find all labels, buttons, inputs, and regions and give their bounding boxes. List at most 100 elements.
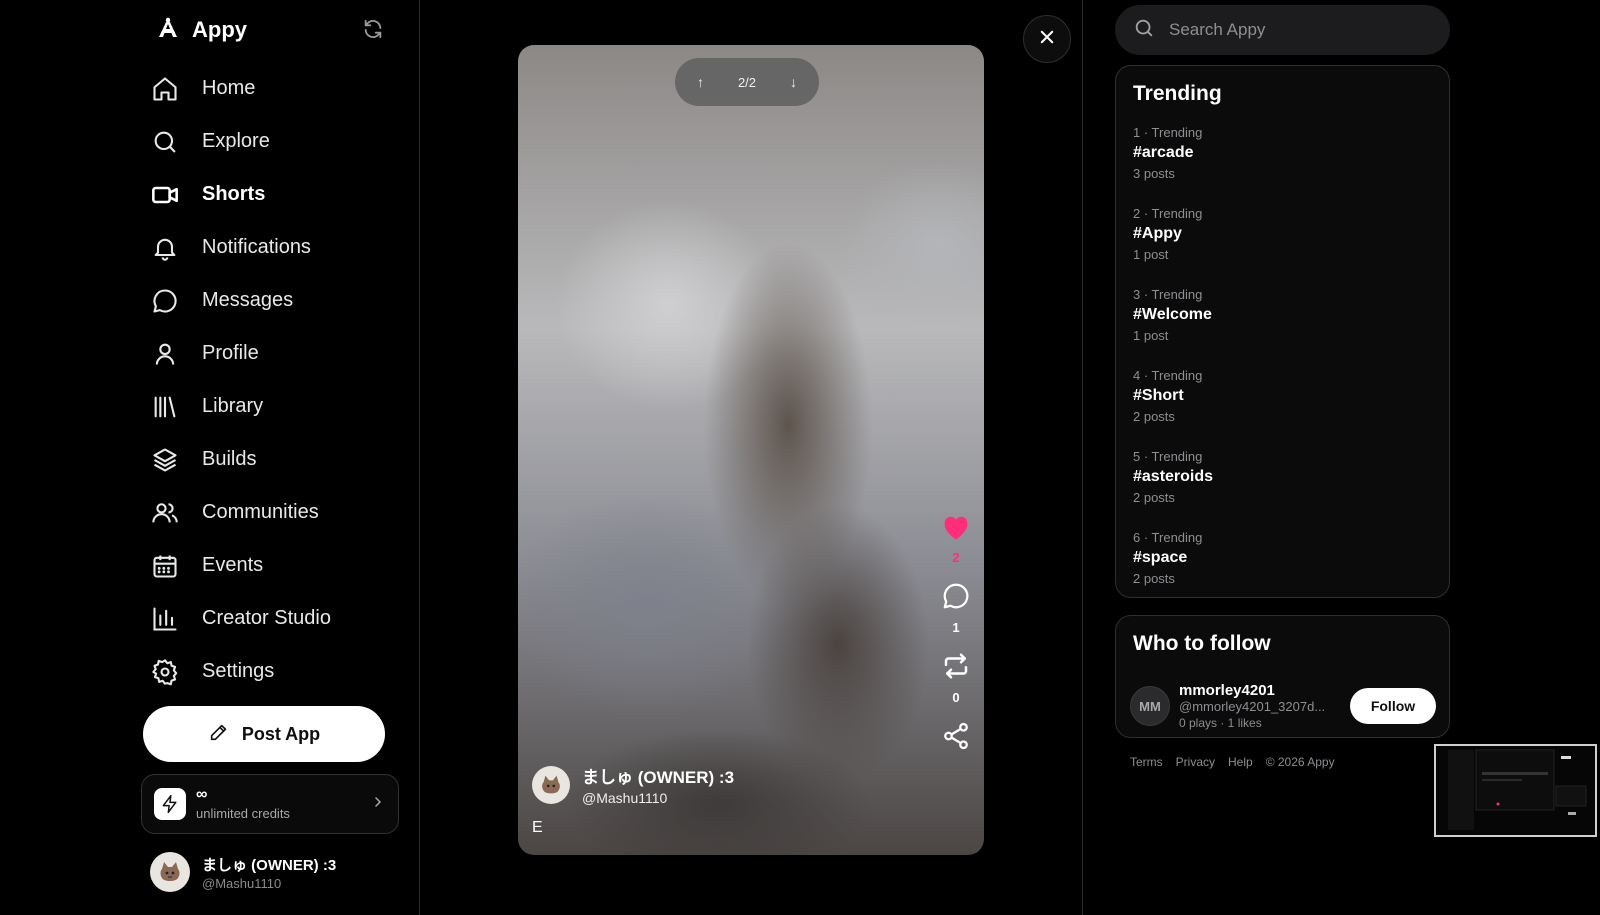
comment-icon bbox=[941, 581, 971, 616]
trend-tag: #Appy bbox=[1133, 225, 1182, 242]
trend-meta: 6 · Trending bbox=[1133, 530, 1203, 545]
search-bar[interactable] bbox=[1115, 5, 1450, 55]
arrow-down-icon[interactable]: ↓ bbox=[790, 74, 797, 90]
author-handle: @Mashu1110 bbox=[582, 790, 668, 806]
credits-label: unlimited credits bbox=[196, 805, 290, 821]
trending-title: Trending bbox=[1133, 82, 1222, 105]
chevron-right-icon bbox=[370, 794, 386, 815]
trend-posts: 3 posts bbox=[1133, 166, 1175, 181]
nav-label: Library bbox=[202, 395, 264, 417]
avatar bbox=[150, 852, 190, 892]
video-camera-icon bbox=[150, 180, 180, 210]
help-link[interactable]: Help bbox=[1228, 755, 1253, 769]
nav-item-messages[interactable]: Messages bbox=[150, 274, 410, 327]
who-to-follow-title: Who to follow bbox=[1133, 632, 1271, 655]
nav-label: Notifications bbox=[202, 236, 311, 258]
nav-label: Shorts bbox=[202, 183, 266, 205]
pager-position: 2/2 bbox=[737, 74, 757, 90]
trend-tag: #arcade bbox=[1133, 144, 1194, 161]
nav-item-creator-studio[interactable]: Creator Studio bbox=[150, 592, 410, 645]
refresh-icon[interactable] bbox=[362, 18, 384, 40]
trend-posts: 1 post bbox=[1133, 328, 1169, 343]
like-button[interactable]: 2 bbox=[934, 513, 978, 565]
layers-icon bbox=[150, 445, 180, 475]
trend-posts: 2 posts bbox=[1133, 571, 1175, 586]
repost-count: 0 bbox=[952, 690, 960, 705]
nav-item-events[interactable]: Events bbox=[150, 539, 410, 592]
comment-button[interactable]: 1 bbox=[934, 581, 978, 635]
credits-panel[interactable]: ∞ unlimited credits bbox=[141, 774, 399, 834]
screen-thumbnail-preview[interactable] bbox=[1434, 744, 1597, 837]
appy-logo-icon bbox=[156, 16, 180, 45]
pencil-icon bbox=[208, 721, 230, 748]
like-count: 2 bbox=[952, 550, 960, 565]
short-caption: E bbox=[532, 819, 543, 836]
nav-item-shorts[interactable]: Shorts bbox=[150, 168, 410, 221]
users-icon bbox=[150, 498, 180, 528]
brand-name: Appy bbox=[192, 17, 247, 42]
trend-meta: 4 · Trending bbox=[1133, 368, 1203, 383]
short-video[interactable]: ↑ 2/2 ↓ 2 1 0 ましゅ (OWNER):3 @Mashu1110 … bbox=[518, 45, 984, 855]
nav-item-notifications[interactable]: Notifications bbox=[150, 221, 410, 274]
nav-item-settings[interactable]: Settings bbox=[150, 645, 410, 698]
trend-item[interactable]: 4 · Trending #Short 2 posts bbox=[1133, 368, 1432, 430]
message-bubble-icon bbox=[150, 286, 180, 316]
trend-item[interactable]: 2 · Trending #Appy 1 post bbox=[1133, 206, 1432, 268]
bar-chart-icon bbox=[150, 604, 180, 634]
search-icon bbox=[150, 127, 180, 157]
trend-tag: #space bbox=[1133, 549, 1188, 566]
nav-label: Profile bbox=[202, 342, 259, 364]
close-icon bbox=[1038, 28, 1056, 51]
nav-label: Settings bbox=[202, 660, 275, 682]
author-name: ましゅ (OWNER) :3 bbox=[582, 768, 735, 787]
search-input[interactable] bbox=[1169, 20, 1429, 40]
terms-link[interactable]: Terms bbox=[1130, 755, 1163, 769]
trend-posts: 1 post bbox=[1133, 247, 1169, 262]
trend-item[interactable]: 3 · Trending #Welcome 1 post bbox=[1133, 287, 1432, 349]
trend-tag: #Welcome bbox=[1133, 306, 1212, 323]
follow-button[interactable]: Follow bbox=[1350, 688, 1436, 724]
nav-label: Builds bbox=[202, 448, 257, 470]
copyright: © 2026 Appy bbox=[1265, 755, 1335, 769]
main-nav: Home Explore Shorts Notifications Messag… bbox=[150, 62, 410, 698]
trend-tag: #Short bbox=[1133, 387, 1184, 404]
nav-item-home[interactable]: Home bbox=[150, 62, 410, 115]
account-switcher[interactable]: ましゅ (OWNER) :3 @Mashu1110 bbox=[150, 852, 336, 892]
post-app-label: Post App bbox=[241, 723, 321, 744]
account-name: ましゅ (OWNER) :3 bbox=[202, 856, 337, 874]
trend-meta: 2 · Trending bbox=[1133, 206, 1203, 221]
shorts-viewer: ↑ 2/2 ↓ 2 1 0 ましゅ (OWNER):3 @Mashu1110 … bbox=[421, 0, 1083, 915]
nav-item-explore[interactable]: Explore bbox=[150, 115, 410, 168]
calendar-icon bbox=[150, 551, 180, 581]
trend-item[interactable]: 6 · Trending #space 2 posts bbox=[1133, 530, 1432, 592]
trend-meta: 1 · Trending bbox=[1133, 125, 1203, 140]
suggested-user-name: mmorley4201 bbox=[1179, 682, 1275, 699]
gear-icon bbox=[150, 657, 180, 687]
nav-item-communities[interactable]: Communities bbox=[150, 486, 410, 539]
privacy-link[interactable]: Privacy bbox=[1176, 755, 1215, 769]
trend-item[interactable]: 5 · Trending #asteroids 2 posts bbox=[1133, 449, 1432, 511]
arrow-up-icon[interactable]: ↑ bbox=[697, 74, 704, 90]
bell-icon bbox=[150, 233, 180, 263]
trend-item[interactable]: 1 · Trending #arcade 3 posts bbox=[1133, 125, 1432, 187]
nav-label: Communities bbox=[202, 501, 319, 523]
nav-item-library[interactable]: Library bbox=[150, 380, 410, 433]
nav-item-builds[interactable]: Builds bbox=[150, 433, 410, 486]
nav-item-profile[interactable]: Profile bbox=[150, 327, 410, 380]
nav-label: Messages bbox=[202, 289, 294, 311]
close-button[interactable] bbox=[1023, 15, 1071, 63]
nav-label: Home bbox=[202, 77, 256, 99]
trend-meta: 5 · Trending bbox=[1133, 449, 1203, 464]
trend-tag: #asteroids bbox=[1133, 468, 1214, 485]
short-actions: 2 1 0 bbox=[934, 513, 978, 772]
nav-label: Events bbox=[202, 554, 264, 576]
author-avatar bbox=[532, 765, 570, 804]
short-author[interactable]: ましゅ (OWNER) :3 @Mashu1110 bbox=[532, 763, 734, 806]
post-app-button[interactable]: Post App bbox=[143, 706, 385, 762]
suggested-user[interactable]: MM mmorley4201 @mmorley4201_3207d... 0 p… bbox=[1130, 682, 1436, 730]
brand[interactable]: Appy bbox=[156, 14, 247, 46]
footer: Terms Privacy Help © 2026 Appy bbox=[1130, 755, 1335, 769]
credits-value: ∞ bbox=[196, 785, 208, 803]
share-button[interactable] bbox=[934, 721, 978, 756]
repost-button[interactable]: 0 bbox=[934, 651, 978, 705]
